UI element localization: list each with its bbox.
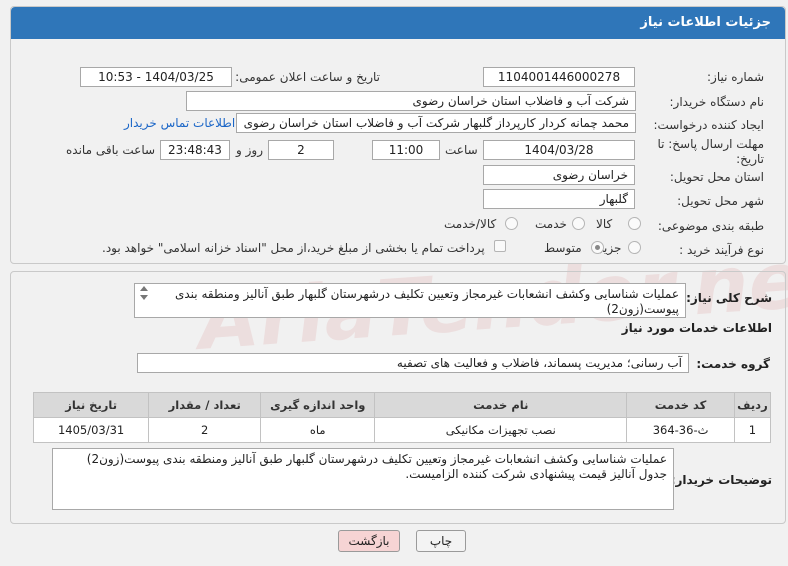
days-field: 2 xyxy=(268,140,334,160)
buyer-contact-link[interactable]: اطلاعات تماس خریدار xyxy=(124,116,235,130)
service-group-field: آب رسانی؛ مدیریت پسماند، فاضلاب و فعالیت… xyxy=(137,353,689,373)
services-section-title: اطلاعات خدمات مورد نیاز xyxy=(621,321,772,335)
process-radio-medium[interactable] xyxy=(591,241,604,254)
category-label: طبقه بندی موضوعی: xyxy=(657,219,764,233)
days-label: روز و xyxy=(236,143,263,157)
deadline-time-field: 11:00 xyxy=(372,140,440,160)
col-service-name: نام خدمت xyxy=(374,392,628,418)
services-table: ردیف کد خدمت نام خدمت واحد اندازه گیری ت… xyxy=(32,392,772,443)
buyer-notes-label: توضیحات خریدار: xyxy=(670,473,772,487)
col-need-date: تاریخ نیاز xyxy=(32,392,150,418)
category-radio-goods[interactable] xyxy=(628,217,641,230)
need-number-field: 1104001446000278 xyxy=(483,67,635,87)
city-label: شهر محل تحویل: xyxy=(677,194,764,208)
table-row: 1 ث-36-364 نصب تجهیزات مکانیکی ماه 2 140… xyxy=(32,417,772,443)
buyer-notes-line2: جدول آنالیز قیمت پیشنهادی شرکت کننده الز… xyxy=(405,467,667,481)
cell-need-date: 1405/03/31 xyxy=(32,417,150,443)
col-service-code: کد خدمت xyxy=(626,392,735,418)
deadline-date-field: 1404/03/28 xyxy=(483,140,635,160)
category-radio-goods-service[interactable] xyxy=(505,217,518,230)
need-summary-text: عملیات شناسایی وکشف انشعابات غیرمجاز وتع… xyxy=(174,287,679,316)
announce-datetime-field: 1404/03/25 - 10:53 xyxy=(80,67,232,87)
cell-row: 1 xyxy=(733,417,772,443)
cell-service-code: ث-36-364 xyxy=(626,417,735,443)
treasury-payment-checkbox[interactable] xyxy=(494,240,506,252)
remaining-time-field: 23:48:43 xyxy=(160,140,230,160)
process-medium-label: متوسط xyxy=(544,241,582,255)
buyer-notes-line1: عملیات شناسایی وکشف انشعابات غیرمجاز وتع… xyxy=(86,452,667,466)
province-field: خراسان رضوی xyxy=(483,165,635,185)
deadline-label-line1: مهلت ارسال پاسخ: تا تاریخ: xyxy=(657,137,764,166)
category-goods-label: کالا xyxy=(596,217,613,231)
treasury-payment-note: پرداخت تمام یا بخشی از مبلغ خرید،از محل … xyxy=(102,241,485,255)
services-table-header: ردیف کد خدمت نام خدمت واحد اندازه گیری ت… xyxy=(32,392,772,418)
process-type-label: نوع فرآیند خرید : xyxy=(679,243,764,257)
service-group-label: گروه خدمت: xyxy=(696,357,770,371)
panel-header: جزئیات اطلاعات نیاز xyxy=(11,7,785,39)
category-service-label: خدمت xyxy=(535,217,567,231)
province-label: استان محل تحویل: xyxy=(669,170,764,184)
need-number-label: شماره نیاز: xyxy=(707,70,764,84)
city-field: گلبهار xyxy=(483,189,635,209)
category-goods-service-label: کالا/خدمت xyxy=(444,217,497,231)
requester-field: محمد چمانه کردار کارپرداز گلبهار شرکت آب… xyxy=(236,113,636,133)
remaining-time-label: ساعت باقی مانده xyxy=(66,143,156,157)
need-summary-textarea[interactable]: عملیات شناسایی وکشف انشعابات غیرمجاز وتع… xyxy=(134,283,686,318)
deadline-time-label: ساعت xyxy=(445,143,478,157)
cell-service-name: نصب تجهیزات مکانیکی xyxy=(374,417,628,443)
requester-label: ایجاد کننده درخواست: xyxy=(653,118,764,132)
buyer-org-field: شرکت آب و فاضلاب استان خراسان رضوی xyxy=(186,91,636,111)
cell-quantity: 2 xyxy=(148,417,262,443)
category-radio-service[interactable] xyxy=(572,217,585,230)
announce-datetime-label: تاریخ و ساعت اعلان عمومی: xyxy=(235,70,380,84)
buyer-org-label: نام دستگاه خریدار: xyxy=(669,95,765,109)
col-quantity: تعداد / مقدار xyxy=(148,392,262,418)
scroll-down-icon[interactable] xyxy=(140,295,148,300)
buyer-notes-textarea[interactable]: عملیات شناسایی وکشف انشعابات غیرمجاز وتع… xyxy=(52,448,674,510)
print-button[interactable]: چاپ xyxy=(416,530,466,552)
process-radio-minor[interactable] xyxy=(628,241,641,254)
cell-unit: ماه xyxy=(260,417,376,443)
scroll-up-icon[interactable] xyxy=(140,286,148,291)
need-summary-label: شرح کلی نیاز: xyxy=(686,291,772,305)
back-button[interactable]: بازگشت xyxy=(338,530,400,552)
col-unit: واحد اندازه گیری xyxy=(260,392,376,418)
col-row: ردیف xyxy=(733,392,772,418)
